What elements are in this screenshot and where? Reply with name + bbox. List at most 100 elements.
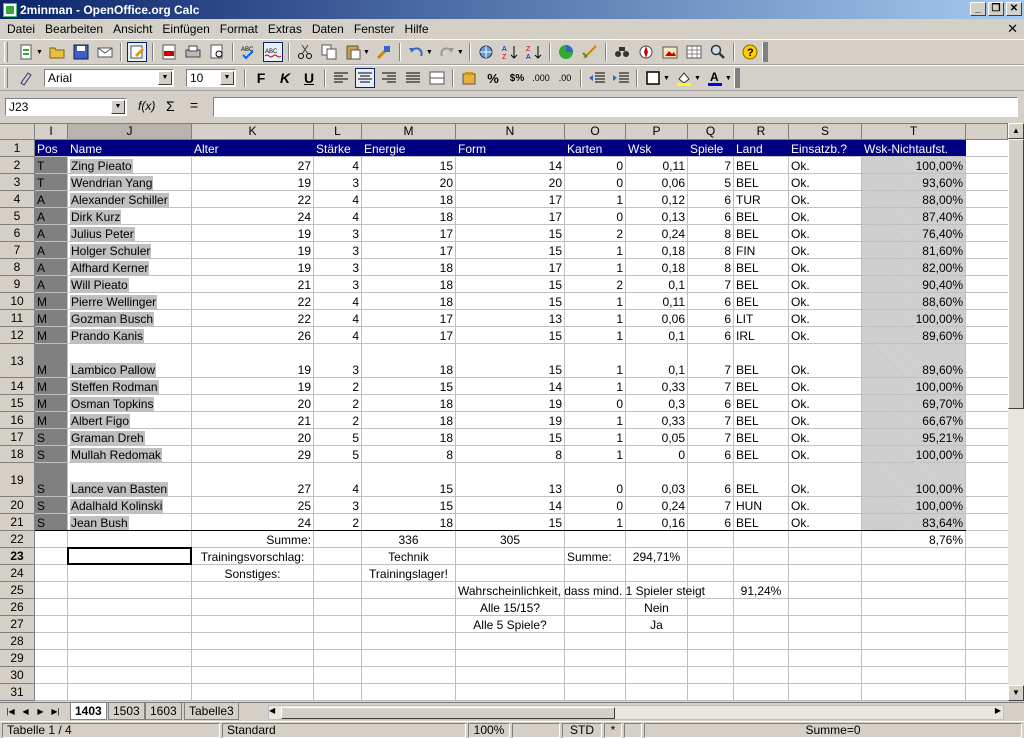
vertical-scroll-thumb[interactable] bbox=[1008, 139, 1024, 409]
currency-format-icon[interactable] bbox=[459, 68, 479, 88]
summe-form[interactable]: 305 bbox=[456, 531, 564, 547]
row-header-26[interactable]: 26 bbox=[0, 599, 35, 616]
font-dropdown-icon[interactable]: ▼ bbox=[158, 71, 172, 85]
data-cell[interactable]: 15 bbox=[456, 327, 564, 343]
data-cell[interactable]: 7 bbox=[688, 429, 733, 445]
number-format-icon[interactable]: $% bbox=[507, 68, 527, 88]
prev-sheet-icon[interactable]: ◀ bbox=[19, 705, 32, 719]
data-cell[interactable]: 6 bbox=[688, 191, 733, 207]
data-cell[interactable]: 0,03 bbox=[626, 463, 687, 496]
font-color-icon[interactable]: A bbox=[705, 68, 725, 88]
data-cell[interactable]: 18 bbox=[362, 293, 455, 309]
data-cell[interactable]: BEL bbox=[734, 259, 788, 275]
selected-cell-cursor[interactable] bbox=[67, 547, 192, 565]
last-sheet-icon[interactable]: ▶| bbox=[49, 705, 62, 719]
data-cell[interactable]: 6 bbox=[688, 293, 733, 309]
data-cell[interactable]: 15 bbox=[456, 344, 564, 377]
header-cell[interactable]: Name bbox=[68, 140, 191, 156]
row-header-30[interactable]: 30 bbox=[0, 667, 35, 684]
data-cell[interactable]: 0 bbox=[626, 446, 687, 462]
row-header-29[interactable]: 29 bbox=[0, 650, 35, 667]
data-cell[interactable]: 8 bbox=[688, 225, 733, 241]
data-cell[interactable]: Osman Topkins bbox=[68, 395, 191, 411]
header-cell[interactable]: Energie bbox=[362, 140, 455, 156]
data-cell[interactable]: 1 bbox=[565, 242, 625, 258]
data-cell[interactable]: 1 bbox=[565, 446, 625, 462]
data-cell[interactable]: 69,70% bbox=[862, 395, 965, 411]
scroll-down-icon[interactable]: ▼ bbox=[1008, 685, 1024, 701]
row-header-12[interactable]: 12 bbox=[0, 327, 35, 344]
data-cell[interactable]: BEL bbox=[734, 412, 788, 428]
data-cell[interactable]: Ok. bbox=[789, 327, 861, 343]
toolbar-handle[interactable] bbox=[4, 68, 8, 88]
data-cell[interactable]: 15 bbox=[362, 157, 455, 173]
data-cell[interactable]: 0,13 bbox=[626, 208, 687, 224]
data-cell[interactable]: Ok. bbox=[789, 514, 861, 530]
data-cell[interactable]: BEL bbox=[734, 276, 788, 292]
column-header-n[interactable]: N bbox=[456, 124, 565, 140]
header-cell[interactable]: Alter bbox=[192, 140, 313, 156]
align-center-icon[interactable] bbox=[355, 68, 375, 88]
spreadsheet-grid[interactable]: I J K L M N O P Q R S T 1 2 3 4 5 6 7 8 9 10 11 12 13 14 15 16 17 18 1… bbox=[0, 123, 1008, 701]
data-cell[interactable]: 24 bbox=[192, 514, 313, 530]
borders-icon[interactable] bbox=[643, 68, 663, 88]
data-cell[interactable]: Jean Bush bbox=[68, 514, 191, 530]
data-cell[interactable]: BEL bbox=[734, 344, 788, 377]
data-cell[interactable]: Zing Pieato bbox=[68, 157, 191, 173]
data-cell[interactable]: M bbox=[35, 395, 67, 411]
data-cell[interactable]: 25 bbox=[192, 497, 313, 513]
data-cell[interactable]: BEL bbox=[734, 463, 788, 496]
column-header-j[interactable]: J bbox=[68, 124, 192, 140]
redo-dropdown-icon[interactable]: ▼ bbox=[457, 49, 464, 56]
data-cell[interactable]: HUN bbox=[734, 497, 788, 513]
data-cell[interactable]: 100,00% bbox=[862, 310, 965, 326]
data-cell[interactable]: Ok. bbox=[789, 395, 861, 411]
data-cell[interactable]: S bbox=[35, 446, 67, 462]
data-cell[interactable]: 8 bbox=[688, 259, 733, 275]
row-header-19[interactable]: 19 bbox=[0, 463, 35, 497]
italic-icon[interactable]: K bbox=[275, 68, 295, 88]
undo-icon[interactable] bbox=[406, 42, 426, 62]
font-color-dropdown-icon[interactable]: ▼ bbox=[725, 75, 732, 82]
data-cell[interactable]: S bbox=[35, 514, 67, 530]
column-header-q[interactable]: Q bbox=[688, 124, 734, 140]
data-cell[interactable]: 21 bbox=[192, 412, 313, 428]
wahrscheinlichkeit-value[interactable]: 91,24% bbox=[734, 582, 788, 598]
summe2-label[interactable]: Summe: bbox=[565, 548, 625, 564]
data-cell[interactable]: Dirk Kurz bbox=[68, 208, 191, 224]
data-cell[interactable]: 0 bbox=[565, 208, 625, 224]
data-cell[interactable]: 17 bbox=[362, 327, 455, 343]
data-cell[interactable]: FIN bbox=[734, 242, 788, 258]
data-cell[interactable]: 5 bbox=[688, 174, 733, 190]
data-cell[interactable]: 4 bbox=[314, 191, 361, 207]
new-document-icon[interactable] bbox=[16, 42, 36, 62]
column-header-l[interactable]: L bbox=[314, 124, 362, 140]
undo-dropdown-icon[interactable]: ▼ bbox=[426, 49, 433, 56]
summe-label[interactable]: Summe: bbox=[192, 531, 313, 547]
sheet-tab-1603[interactable]: 1603 bbox=[145, 703, 182, 720]
summe2-value[interactable]: 294,71% bbox=[626, 548, 687, 564]
data-cell[interactable]: 22 bbox=[192, 310, 313, 326]
maximize-button[interactable]: ❐ bbox=[988, 2, 1004, 16]
data-cell[interactable]: BEL bbox=[734, 225, 788, 241]
row-header-5[interactable]: 5 bbox=[0, 208, 35, 225]
data-cell[interactable]: 1 bbox=[565, 191, 625, 207]
data-cell[interactable]: 1 bbox=[565, 327, 625, 343]
data-cell[interactable]: 19 bbox=[192, 242, 313, 258]
data-cell[interactable]: Albert Figo bbox=[68, 412, 191, 428]
data-cell[interactable]: M bbox=[35, 344, 67, 377]
data-cell[interactable]: 2 bbox=[314, 378, 361, 394]
data-cell[interactable]: 18 bbox=[362, 344, 455, 377]
data-cell[interactable]: S bbox=[35, 497, 67, 513]
header-cell[interactable]: Wsk bbox=[626, 140, 687, 156]
data-cell[interactable]: 7 bbox=[688, 412, 733, 428]
status-page-style[interactable]: Standard bbox=[222, 723, 466, 738]
row-header-31[interactable]: 31 bbox=[0, 684, 35, 701]
column-header-p[interactable]: P bbox=[626, 124, 688, 140]
data-cell[interactable]: 4 bbox=[314, 310, 361, 326]
data-cell[interactable]: Adalhald Kolinski bbox=[68, 497, 191, 513]
data-cell[interactable]: 6 bbox=[688, 395, 733, 411]
menu-ansicht[interactable]: Ansicht bbox=[108, 22, 157, 36]
data-cell[interactable]: 18 bbox=[362, 276, 455, 292]
training-label[interactable]: Trainingsvorschlag: bbox=[192, 548, 313, 564]
